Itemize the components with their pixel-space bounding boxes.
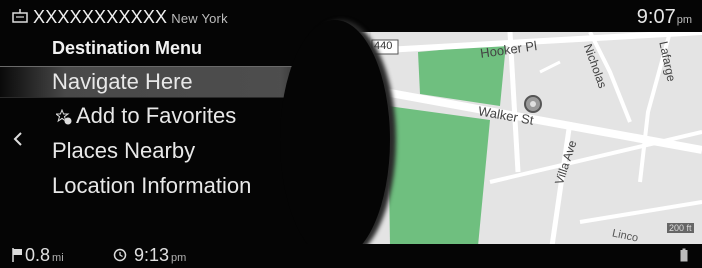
route-shield-label: 440 (374, 40, 393, 52)
park-area-south (388, 106, 490, 246)
distance-unit: mi (52, 252, 64, 264)
eta-value: 9:13 (134, 245, 170, 265)
destination-icon (12, 9, 28, 23)
clock-icon (113, 248, 127, 262)
time-suffix: pm (676, 14, 692, 26)
time-value: 9:07 (636, 6, 676, 28)
destination-city: New York (171, 11, 228, 26)
remaining-distance: 0.8 mi (25, 245, 64, 266)
chevron-left-icon[interactable] (12, 130, 24, 148)
destination-title: XXXXXXXXXXX New York (33, 7, 228, 28)
arrival-time: 9:13 pm (134, 245, 186, 266)
star-add-icon (56, 109, 72, 125)
menu-item-label: Places Nearby (52, 138, 196, 163)
phone-battery-icon (680, 248, 688, 262)
destination-name: XXXXXXXXXXX (33, 7, 168, 27)
panel-divider (280, 20, 390, 260)
header-bar: XXXXXXXXXXX New York 9:07pm (0, 0, 702, 34)
distance-value: 0.8 (25, 245, 51, 265)
navigation-screen: 440 Hooker Pl Nicholas Lafarge Walker St… (0, 0, 702, 268)
menu-item-label: Navigate Here (52, 69, 193, 94)
eta-suffix: pm (171, 252, 187, 264)
menu-item-label: Location Information (52, 173, 252, 198)
map-scale: 200 ft (667, 223, 694, 233)
menu-item-location-information[interactable]: Location Information (0, 171, 330, 203)
menu-item-label: Add to Favorites (76, 103, 237, 128)
menu-item-navigate-here[interactable]: Navigate Here (0, 66, 330, 98)
current-time: 9:07pm (637, 6, 692, 29)
flag-icon (12, 248, 22, 262)
status-bar: 0.8 mi 9:13 pm (0, 244, 702, 268)
menu-title: Destination Menu (52, 38, 203, 58)
